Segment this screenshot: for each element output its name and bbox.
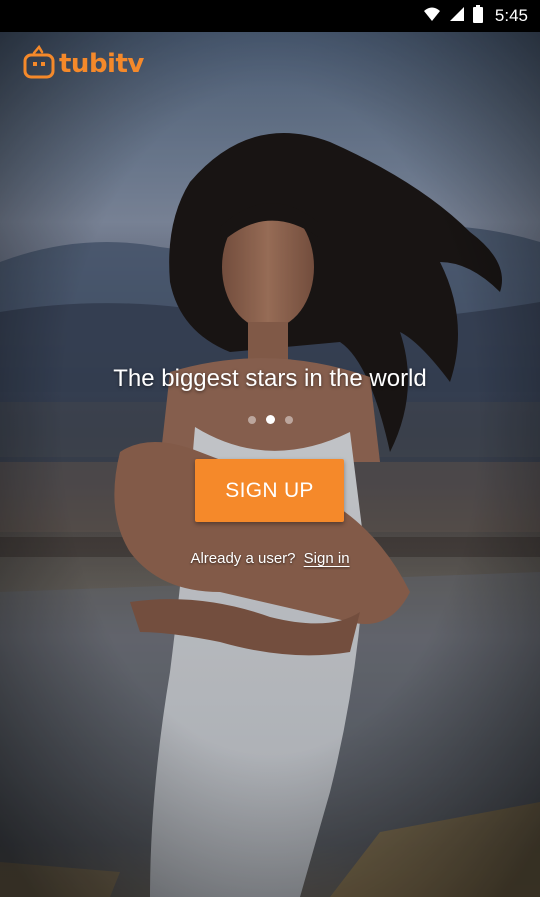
- tubitv-logo: tubitv: [22, 44, 144, 84]
- wifi-icon: [423, 6, 441, 27]
- pager-dot-1[interactable]: [247, 415, 256, 424]
- logo-text: tubitv: [59, 49, 144, 79]
- battery-icon: [472, 4, 483, 28]
- signal-icon: [449, 6, 465, 27]
- signin-row: Already a user? Sign in: [0, 550, 540, 567]
- status-icons: 5:45: [423, 0, 528, 32]
- onboarding-headline: The biggest stars in the world: [113, 365, 427, 392]
- tv-icon: [22, 44, 56, 85]
- sign-up-button[interactable]: SIGN UP: [195, 459, 344, 522]
- status-time: 5:45: [494, 6, 528, 25]
- pager-dot-3[interactable]: [284, 415, 293, 424]
- sign-in-link[interactable]: Sign in: [304, 550, 350, 567]
- pager-dot-2[interactable]: [265, 415, 275, 424]
- already-user-text: Already a user?: [190, 550, 296, 567]
- status-bar: 5:45: [0, 0, 540, 32]
- pager-dots: [0, 415, 540, 424]
